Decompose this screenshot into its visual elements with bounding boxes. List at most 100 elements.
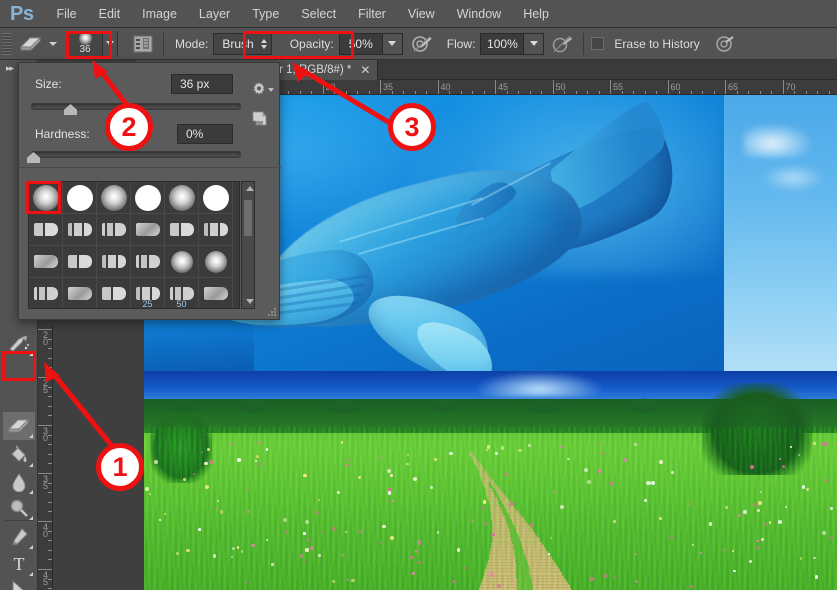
- wildflower: [245, 488, 249, 491]
- brush-preset-item[interactable]: [97, 278, 131, 308]
- brush-preset-item[interactable]: 25: [131, 278, 165, 308]
- wildflower: [597, 469, 602, 474]
- menu-item-layer[interactable]: Layer: [188, 3, 241, 25]
- sidebar-item-path-selection-tool[interactable]: [3, 576, 35, 590]
- ruler-tick: [725, 80, 726, 94]
- brush-preset-item[interactable]: [165, 246, 199, 278]
- menu-item-file[interactable]: File: [45, 3, 87, 25]
- wildflower: [691, 543, 694, 546]
- gear-icon[interactable]: [251, 81, 274, 97]
- sidebar-item-pen-tool[interactable]: [3, 523, 35, 551]
- flow-dropdown-button[interactable]: [524, 32, 545, 55]
- brush-preset-item[interactable]: [199, 214, 233, 246]
- brush-preset-item[interactable]: [63, 246, 97, 278]
- wildflower: [236, 458, 241, 463]
- wildflower: [777, 520, 782, 524]
- menu-item-type[interactable]: Type: [241, 3, 290, 25]
- scroll-up-icon[interactable]: [246, 186, 254, 191]
- wildflower: [259, 462, 263, 466]
- menu-item-select[interactable]: Select: [290, 3, 347, 25]
- wildflower: [346, 463, 350, 468]
- brush-preset-thumb: [67, 223, 92, 236]
- wildflower: [646, 480, 651, 485]
- wildflower: [216, 499, 219, 502]
- menu-item-view[interactable]: View: [397, 3, 446, 25]
- menu-item-help[interactable]: Help: [512, 3, 560, 25]
- options-bar-grip[interactable]: [2, 32, 12, 55]
- erase-to-history-checkbox[interactable]: [591, 37, 605, 50]
- wildflower: [586, 479, 591, 484]
- hardness-field[interactable]: 0%: [177, 124, 233, 144]
- pressure-size-icon[interactable]: [711, 32, 737, 56]
- wildflower: [699, 551, 702, 554]
- brush-preset-item[interactable]: 50: [165, 278, 199, 308]
- wildflower: [303, 473, 307, 478]
- pen-icon: [12, 528, 28, 546]
- brush-preset-item[interactable]: [97, 214, 131, 246]
- scrollbar-thumb[interactable]: [244, 200, 252, 236]
- eraser-tool-dropdown-caret[interactable]: [49, 41, 57, 46]
- brush-preset-item[interactable]: [29, 214, 63, 246]
- brush-preset-item[interactable]: [131, 182, 165, 214]
- menu-item-edit[interactable]: Edit: [88, 3, 132, 25]
- menu-item-image[interactable]: Image: [131, 3, 188, 25]
- ruler-minor-tick: [48, 501, 52, 503]
- brush-preset-item[interactable]: [199, 182, 233, 214]
- brush-grid-scrollbar[interactable]: [241, 181, 255, 309]
- brush-preset-item[interactable]: [165, 214, 199, 246]
- wildflower: [799, 557, 803, 560]
- wildflower: [604, 574, 608, 578]
- brush-preset-thumb: [33, 255, 58, 268]
- wildflower: [609, 481, 613, 485]
- wildflower: [310, 545, 315, 550]
- wildflower: [351, 578, 355, 583]
- ruler-tick: [782, 80, 784, 94]
- ruler-tick: [552, 80, 554, 94]
- wildflower: [416, 540, 421, 545]
- brush-preset-item[interactable]: [97, 246, 131, 278]
- new-preset-icon[interactable]: [252, 111, 267, 126]
- brush-preset-item[interactable]: [63, 182, 97, 214]
- brush-preset-item[interactable]: [63, 278, 97, 308]
- brush-preset-item[interactable]: [29, 246, 63, 278]
- size-label: Size:: [35, 77, 62, 91]
- wildflower: [489, 572, 494, 577]
- wildflower: [518, 448, 522, 452]
- mode-label: Mode:: [175, 36, 209, 51]
- brush-preset-item[interactable]: [131, 246, 165, 278]
- airbrush-icon[interactable]: [550, 32, 576, 56]
- resize-grip-icon[interactable]: [268, 308, 276, 316]
- cloud-shape: [762, 165, 824, 191]
- brush-preset-item[interactable]: [63, 214, 97, 246]
- callout-marker-1: 1: [96, 443, 144, 491]
- wildflower: [669, 535, 673, 539]
- brush-preset-item[interactable]: [165, 182, 199, 214]
- flow-control[interactable]: 100%: [480, 32, 545, 55]
- scroll-down-icon[interactable]: [246, 299, 254, 304]
- brush-preset-item[interactable]: [199, 278, 233, 308]
- brush-preset-item[interactable]: [199, 246, 233, 278]
- zoom-icon: [10, 499, 28, 517]
- brush-preset-item[interactable]: [29, 278, 63, 308]
- photoshop-window: Ps File Edit Image Layer Type Select Fil…: [0, 0, 837, 590]
- brush-preset-thumb: [203, 287, 228, 300]
- menu-item-window[interactable]: Window: [446, 3, 512, 25]
- callout-marker-1-number: 1: [112, 451, 128, 482]
- wildflower: [622, 457, 627, 462]
- wildflower: [406, 462, 409, 466]
- hardness-slider-track[interactable]: [31, 151, 241, 158]
- brush-preset-thumb: [101, 223, 126, 236]
- wildflower: [528, 444, 531, 447]
- sidebar-item-type-tool[interactable]: T: [3, 550, 35, 578]
- brush-size-field[interactable]: 36 px: [171, 74, 233, 94]
- callout-marker-2: 2: [105, 103, 153, 151]
- sidebar-item-zoom-tool[interactable]: [3, 494, 35, 522]
- brush-preset-item[interactable]: [97, 182, 131, 214]
- flow-field[interactable]: 100%: [480, 32, 525, 55]
- whale-graphic: [216, 95, 694, 392]
- ruler-minor-tick: [48, 588, 52, 590]
- wildflower: [757, 501, 762, 505]
- menu-item-filter[interactable]: Filter: [347, 3, 397, 25]
- brush-preset-item[interactable]: [131, 214, 165, 246]
- wildflower: [505, 473, 508, 476]
